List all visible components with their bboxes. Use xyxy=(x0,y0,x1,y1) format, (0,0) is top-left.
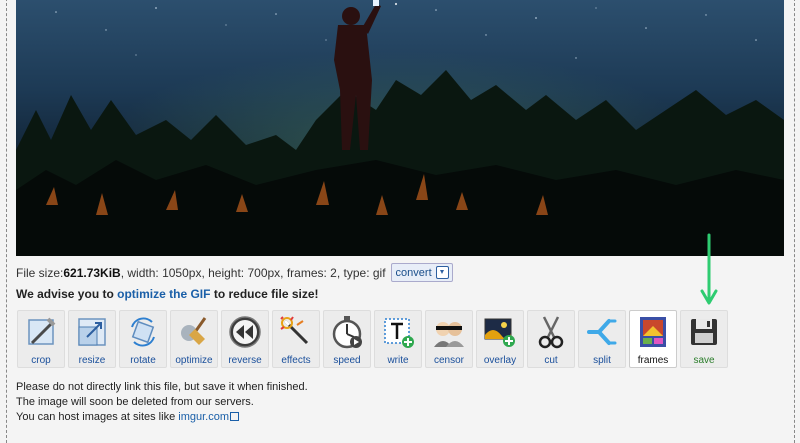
note-line-3: You can host images at sites like imgur.… xyxy=(16,410,308,425)
tool-label: reverse xyxy=(228,355,262,366)
tool-reverse[interactable]: reverse xyxy=(221,310,269,368)
broom-icon xyxy=(181,317,207,345)
tool-crop[interactable]: crop xyxy=(17,310,65,368)
advice-after: to reduce file size! xyxy=(210,287,319,301)
notes: Please do not directly link this file, b… xyxy=(16,380,308,425)
frames-icon xyxy=(640,317,666,347)
down-arrow-icon xyxy=(700,233,718,305)
tool-label: split xyxy=(593,355,611,366)
tool-bar: crop resize rotate optimize reverse effe… xyxy=(17,310,728,368)
tool-label: speed xyxy=(333,355,361,366)
rotate-icon xyxy=(131,317,155,347)
tool-label: crop xyxy=(31,355,51,366)
note-line-2: The image will soon be deleted from our … xyxy=(16,396,254,408)
note-line-1: Please do not directly link this file, b… xyxy=(16,381,308,393)
tool-optimize[interactable]: optimize xyxy=(170,310,218,368)
rewind-icon xyxy=(229,316,261,348)
magic-wand-icon xyxy=(280,316,309,345)
night-sky-photo xyxy=(16,0,784,256)
tool-label: effects xyxy=(281,355,311,366)
tool-label: rotate xyxy=(130,355,156,366)
tool-label: save xyxy=(693,355,715,366)
tool-speed[interactable]: speed xyxy=(323,310,371,368)
tool-label: write xyxy=(387,355,409,366)
gif-preview xyxy=(16,0,784,256)
crop-icon xyxy=(28,317,56,345)
file-info: File size: 621.73KiB , width: 1050px, he… xyxy=(16,263,453,282)
file-info-prefix: File size: xyxy=(16,265,64,280)
resize-icon xyxy=(78,318,106,346)
tool-label: censor xyxy=(433,355,464,366)
note-line-3-prefix: You can host images at sites like xyxy=(16,411,179,423)
file-details: , width: 1050px, height: 700px, frames: … xyxy=(120,265,386,280)
convert-label: convert xyxy=(395,266,432,279)
tool-label: frames xyxy=(637,355,669,366)
floppy-disk-icon xyxy=(691,319,717,345)
tool-label: cut xyxy=(544,355,558,366)
dropdown-icon xyxy=(435,266,449,279)
tool-label: resize xyxy=(78,355,106,366)
advice-before: We advise you to xyxy=(16,287,118,301)
tool-effects[interactable]: effects xyxy=(272,310,320,368)
imgur-link[interactable]: imgur.com xyxy=(178,411,229,423)
tool-split[interactable]: split xyxy=(578,310,626,368)
tool-rotate[interactable]: rotate xyxy=(119,310,167,368)
tool-censor[interactable]: censor xyxy=(425,310,473,368)
split-icon xyxy=(587,319,617,345)
censor-icon xyxy=(434,322,464,347)
stopwatch-icon xyxy=(332,316,362,349)
tool-write[interactable]: write xyxy=(374,310,422,368)
optimize-link[interactable]: optimize the GIF xyxy=(117,287,210,301)
scissors-icon xyxy=(538,316,564,349)
optimize-advice: We advise you to optimize the GIF to red… xyxy=(16,287,319,301)
convert-button[interactable]: convert xyxy=(390,263,453,282)
tool-save[interactable]: save xyxy=(680,310,728,368)
tool-resize[interactable]: resize xyxy=(68,310,116,368)
tool-cut[interactable]: cut xyxy=(527,310,575,368)
tool-frames[interactable]: frames xyxy=(629,310,677,368)
text-icon xyxy=(384,318,414,348)
tool-overlay[interactable]: overlay xyxy=(476,310,524,368)
tool-label: optimize xyxy=(175,355,213,366)
tool-label: overlay xyxy=(483,355,517,366)
overlay-icon xyxy=(484,318,515,347)
file-size: 621.73KiB xyxy=(63,265,121,280)
external-link-icon xyxy=(230,412,239,421)
